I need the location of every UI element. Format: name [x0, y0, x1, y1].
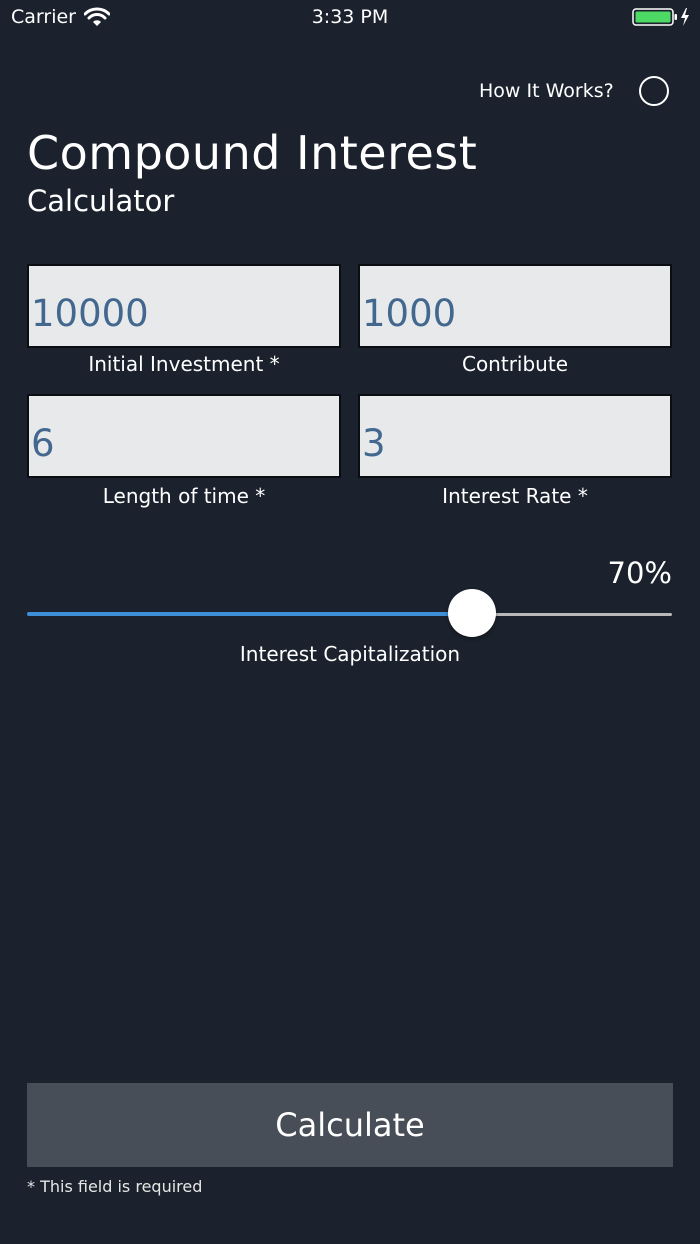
slider-thumb[interactable]: [448, 589, 496, 637]
interest-rate-label: Interest Rate *: [442, 484, 588, 508]
calculate-button[interactable]: Calculate: [27, 1083, 673, 1167]
length-of-time-input[interactable]: [27, 394, 341, 478]
slider-value: 70%: [607, 556, 672, 590]
length-of-time-label: Length of time *: [102, 484, 266, 508]
slider-track[interactable]: [472, 613, 672, 616]
page-subtitle: Calculator: [27, 184, 175, 218]
interest-capitalization-label: Interest Capitalization: [239, 642, 461, 666]
page-title: Compound Interest: [27, 126, 478, 180]
initial-investment-label: Initial Investment *: [88, 352, 280, 376]
status-time: 3:33 PM: [311, 6, 389, 28]
battery-icon: [632, 8, 689, 26]
contribute-label: Contribute: [461, 352, 568, 376]
required-note: * This field is required: [27, 1177, 203, 1196]
how-it-works-link[interactable]: How It Works?: [479, 80, 614, 102]
slider-track-filled[interactable]: [27, 612, 472, 616]
initial-investment-input[interactable]: [27, 264, 341, 348]
interest-rate-input[interactable]: [358, 394, 672, 478]
contribute-input[interactable]: [358, 264, 672, 348]
how-it-works-toggle[interactable]: [639, 76, 669, 106]
